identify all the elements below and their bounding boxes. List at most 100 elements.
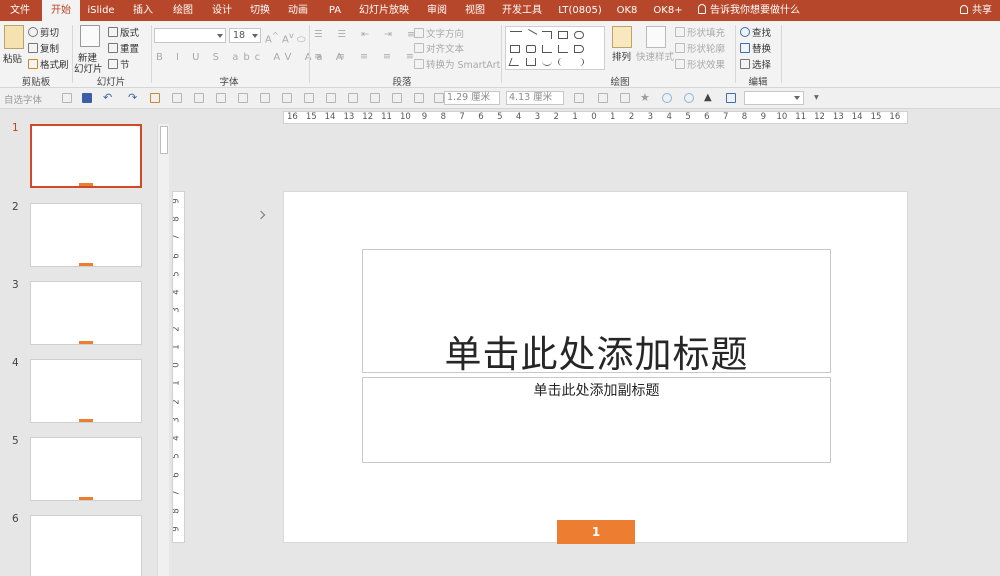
- save-icon[interactable]: [82, 93, 92, 103]
- tell-me-text: 告诉我你想要做什么: [710, 5, 800, 16]
- shape-effects-button[interactable]: 形状效果: [675, 57, 725, 71]
- mountain-icon[interactable]: ▲: [704, 92, 712, 103]
- quick-access-toolbar: 自选字体 ↶ ↷ 1.29 厘米 4.13 厘米 ★ ▲ ▾: [0, 88, 1000, 109]
- shape-fill-button[interactable]: 形状填充: [675, 25, 725, 39]
- circle-icon[interactable]: [684, 93, 694, 103]
- scrollbar-thumb[interactable]: [160, 126, 168, 154]
- align-text-button[interactable]: 对齐文本: [414, 41, 464, 55]
- circle-icon[interactable]: [662, 93, 672, 103]
- shape-height-field[interactable]: 1.29 厘米: [444, 91, 500, 105]
- group-separator: [501, 25, 502, 83]
- share-button[interactable]: 共享: [960, 0, 992, 21]
- shape-width-field[interactable]: 4.13 厘米: [506, 91, 564, 105]
- qat-tool-icon[interactable]: [238, 93, 248, 103]
- paste-button[interactable]: 粘贴: [3, 51, 22, 65]
- shape-outline-button[interactable]: 形状轮廓: [675, 41, 725, 55]
- slide-thumbnail-2[interactable]: [30, 203, 142, 267]
- brace-shape-icon: [574, 58, 584, 66]
- undo-icon[interactable]: ↶: [103, 91, 112, 104]
- qat-tool-icon[interactable]: [392, 93, 402, 103]
- ruler-tick-label: 15: [305, 112, 317, 122]
- tab-islide[interactable]: iSlide: [84, 0, 118, 21]
- tab-ok8[interactable]: OK8: [612, 0, 642, 21]
- qat-tool-icon[interactable]: [434, 93, 444, 103]
- tab-pa[interactable]: PA: [321, 0, 349, 21]
- arrange-button[interactable]: 排列: [612, 49, 631, 63]
- subtitle-placeholder[interactable]: 单击此处添加副标题: [362, 377, 831, 463]
- qat-tool-icon[interactable]: [574, 93, 584, 103]
- cut-button[interactable]: 剪切: [28, 25, 59, 39]
- qat-tool-icon[interactable]: [282, 93, 292, 103]
- qat-tool-icon[interactable]: [172, 93, 182, 103]
- star-icon[interactable]: ★: [640, 91, 650, 104]
- qat-tool-icon[interactable]: [260, 93, 270, 103]
- qat-tool-icon[interactable]: [304, 93, 314, 103]
- slide-thumbnail-5[interactable]: [30, 437, 142, 501]
- slide-number-box[interactable]: 1: [557, 520, 635, 544]
- select-button[interactable]: 选择: [740, 57, 771, 71]
- ruler-tick-label: 5: [172, 271, 182, 277]
- tab-draw[interactable]: 绘图: [166, 0, 200, 21]
- qat-tool-icon[interactable]: [370, 93, 380, 103]
- ruler-tick-label: 15: [870, 112, 882, 122]
- style-combo[interactable]: [744, 91, 804, 105]
- format-painter-button[interactable]: 格式刷: [28, 57, 69, 71]
- text-direction-icon: [414, 28, 424, 38]
- layout-button[interactable]: 版式: [108, 25, 139, 39]
- qat-dropdown-icon[interactable]: [62, 93, 72, 103]
- find-button[interactable]: 查找: [740, 25, 771, 39]
- redo-icon[interactable]: ↷: [128, 91, 137, 104]
- tab-home[interactable]: 开始: [42, 0, 80, 21]
- qat-tool-icon[interactable]: [348, 93, 358, 103]
- qat-customize-icon[interactable]: ▾: [814, 92, 819, 103]
- align-buttons[interactable]: ≡ ≡ ≡ ≡ ≡: [314, 51, 420, 62]
- qat-tool-icon[interactable]: [620, 93, 630, 103]
- share-label: 共享: [972, 5, 992, 16]
- title-placeholder[interactable]: 单击此处添加标题: [362, 249, 831, 376]
- section-button[interactable]: 节: [108, 57, 130, 71]
- qat-tool-icon[interactable]: [216, 93, 226, 103]
- qat-font-selector[interactable]: 自选字体: [4, 92, 42, 106]
- tab-lt0805[interactable]: LT(0805): [554, 0, 606, 21]
- slide-canvas[interactable]: 单击此处添加标题 单击此处添加副标题 1: [283, 191, 908, 544]
- tab-transitions[interactable]: 切换: [243, 0, 277, 21]
- quick-styles-button[interactable]: 快速样式: [636, 49, 674, 63]
- tab-insert[interactable]: 插入: [126, 0, 160, 21]
- tab-view[interactable]: 视图: [458, 0, 492, 21]
- qat-tool-icon[interactable]: [598, 93, 608, 103]
- font-name-combo[interactable]: [154, 28, 226, 43]
- tab-file[interactable]: 文件: [0, 0, 40, 21]
- ruler-tick-label: 2: [553, 112, 559, 122]
- collapse-arrow-icon[interactable]: [256, 210, 266, 220]
- shapes-gallery[interactable]: [505, 26, 605, 70]
- list-buttons[interactable]: ☰ ☰ ⇤ ⇥ ≡: [314, 29, 421, 40]
- qat-tool-icon[interactable]: [326, 93, 336, 103]
- tab-design[interactable]: 设计: [205, 0, 239, 21]
- qat-tool-icon[interactable]: [194, 93, 204, 103]
- reset-button[interactable]: 重置: [108, 41, 139, 55]
- convert-smartart-button[interactable]: 转换为 SmartArt: [414, 57, 500, 71]
- font-size-combo[interactable]: 18: [229, 28, 261, 43]
- thumbnail-scrollbar[interactable]: [157, 124, 169, 576]
- ruler-tick-label: 1: [172, 344, 182, 350]
- slide-thumbnail-4[interactable]: [30, 359, 142, 423]
- tab-developer[interactable]: 开发工具: [498, 0, 546, 21]
- grow-font-button[interactable]: A^ Av ⬭: [265, 30, 306, 45]
- picture-icon[interactable]: [726, 93, 736, 103]
- format-painter-icon[interactable]: [150, 93, 160, 103]
- tab-slideshow[interactable]: 幻灯片放映: [354, 0, 414, 21]
- shape-height-value: 1.29 厘米: [447, 92, 491, 103]
- slide-thumbnail-6[interactable]: [30, 515, 142, 576]
- slide-thumbnail-1[interactable]: [30, 124, 142, 188]
- text-direction-button[interactable]: 文字方向: [414, 26, 464, 40]
- copy-button[interactable]: 复制: [28, 41, 59, 55]
- replace-button[interactable]: 替换: [740, 41, 771, 55]
- tab-review[interactable]: 审阅: [420, 0, 454, 21]
- tab-ok8plus[interactable]: OK8+: [650, 0, 686, 21]
- tell-me-search[interactable]: 告诉我你想要做什么: [698, 0, 800, 21]
- pen-icon: [675, 43, 685, 53]
- qat-tool-icon[interactable]: [414, 93, 424, 103]
- slide-thumbnail-3[interactable]: [30, 281, 142, 345]
- tab-animations[interactable]: 动画: [281, 0, 315, 21]
- slide-thumb-number: 6: [12, 513, 19, 525]
